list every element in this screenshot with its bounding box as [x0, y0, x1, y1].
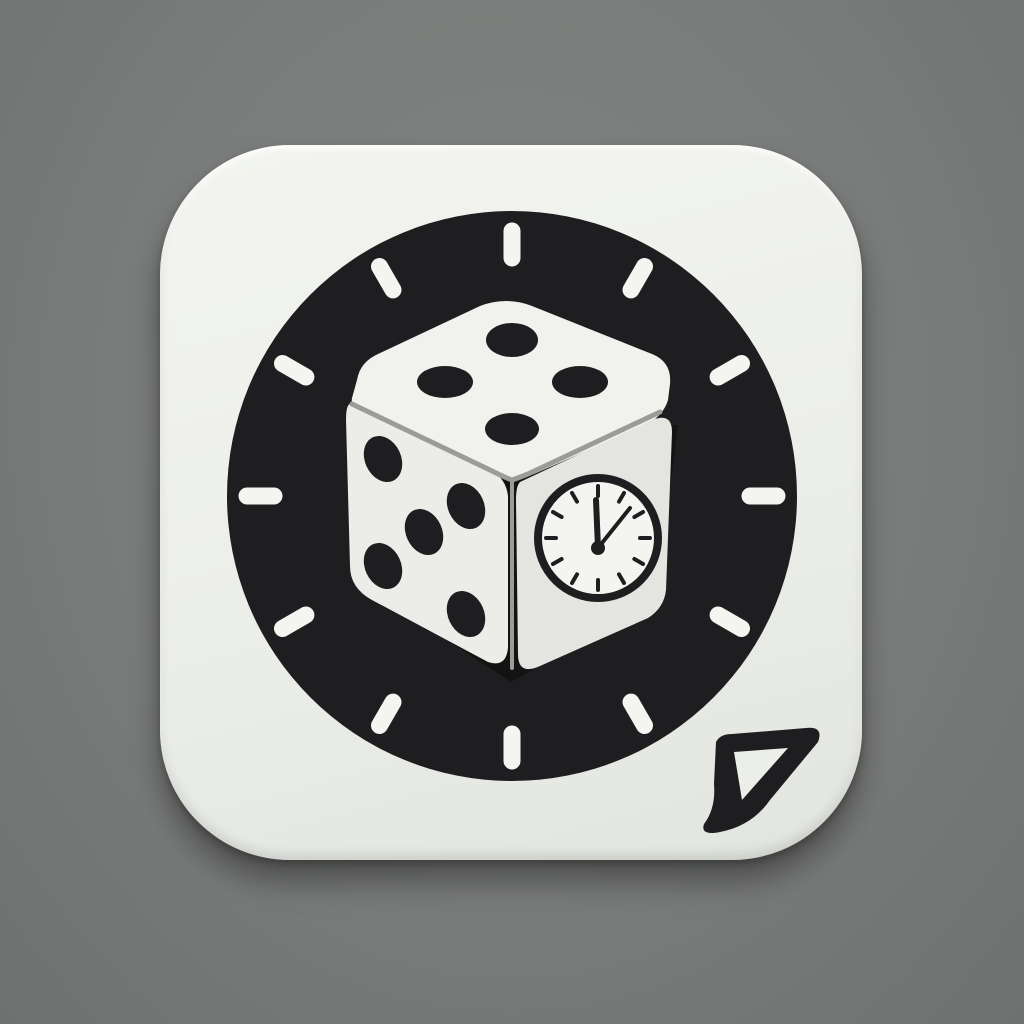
die-pip [486, 323, 538, 357]
dial-marker [622, 258, 653, 299]
dial-marker [709, 606, 750, 637]
dial-marker [274, 355, 315, 386]
icon-canvas [0, 0, 1024, 1024]
dial-marker [622, 693, 653, 734]
die-pip [552, 366, 608, 398]
dial-marker [371, 693, 402, 734]
app-icon-artwork [227, 211, 820, 833]
die-pip [417, 366, 473, 398]
dial-marker [274, 606, 315, 637]
play-triangle-icon [703, 727, 820, 833]
clock-icon [534, 474, 662, 602]
dial-marker [709, 355, 750, 386]
die-pip [485, 413, 539, 445]
dial-marker [371, 258, 402, 299]
